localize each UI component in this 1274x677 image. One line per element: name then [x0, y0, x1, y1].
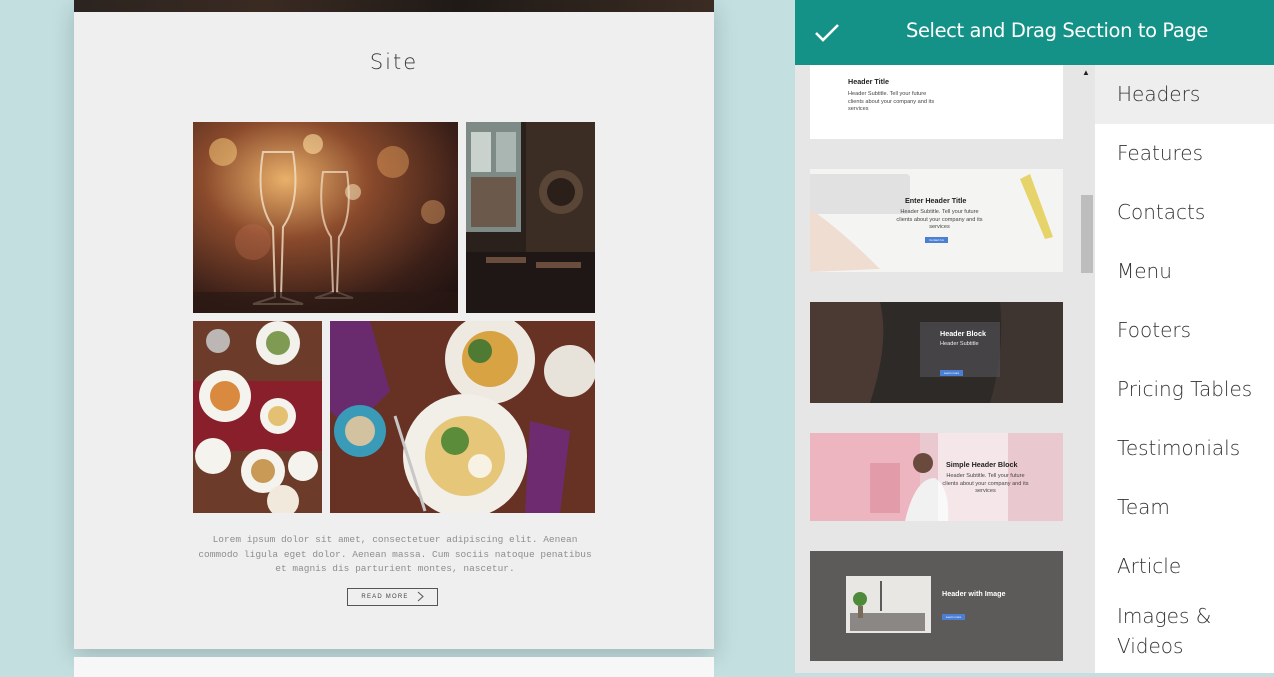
page-canvas: Site Lorem ipsum dolor sit amet, consect… [74, 0, 714, 649]
panel-header: Select and Drag Section to Page [795, 0, 1274, 65]
thumbnail-title: Header with Image [942, 589, 1006, 598]
category-footers[interactable]: Footers [1095, 301, 1274, 360]
section-thumbnail[interactable]: Header Title Header Subtitle. Tell your … [810, 65, 1063, 139]
thumbnail-title: Header Title [848, 77, 890, 86]
thumbnail-button: Contact Us [925, 237, 948, 243]
thumbnail-button: Learn more [942, 614, 965, 620]
section-thumbnail[interactable]: Simple Header Block Header Subtitle. Tel… [810, 433, 1063, 521]
category-pricing-tables[interactable]: Pricing Tables [1095, 360, 1274, 419]
read-more-label: READ MORE [361, 594, 409, 600]
thumbnail-button: Learn more [940, 370, 963, 376]
section-picker-panel: Select and Drag Section to Page Header T… [795, 0, 1274, 673]
read-more-button[interactable]: READ MORE [347, 588, 438, 606]
category-testimonials[interactable]: Testimonials [1095, 419, 1274, 478]
body-text: Lorem ipsum dolor sit amet, consectetuer… [198, 534, 592, 574]
category-features[interactable]: Features [1095, 124, 1274, 183]
restaurant-interior-photo [466, 122, 595, 313]
thumbnail-subtitle: Header Subtitle [940, 341, 979, 347]
thumbnail-scrollbar[interactable] [1081, 65, 1094, 673]
category-article[interactable]: Article [1095, 537, 1274, 596]
category-images-videos[interactable]: Images & Videos [1095, 596, 1245, 673]
thumbnail-title: Enter Header Title [905, 196, 967, 205]
category-menu[interactable]: Menu [1095, 242, 1274, 301]
panel-title: Select and Drag Section to Page [905, 19, 1209, 42]
scroll-up-arrow-icon[interactable]: ▲ [1082, 68, 1090, 77]
category-contacts[interactable]: Contacts [1095, 183, 1274, 242]
category-headers[interactable]: Headers [1095, 65, 1274, 124]
thumbnail-subtitle: Header Subtitle. Tell your future client… [942, 473, 1029, 494]
site-title: Site [369, 50, 419, 74]
wine-glasses-photo [193, 122, 458, 313]
chevron-right-icon [417, 591, 424, 604]
table-dishes-photo [193, 321, 322, 513]
section-thumbnail[interactable]: Enter Header Title Header Subtitle. Tell… [810, 169, 1063, 272]
previous-section-strip [74, 0, 714, 12]
thumbnail-subtitle: Header Subtitle. Tell your future client… [848, 91, 935, 112]
thumbnail-title: Header Block [940, 329, 986, 338]
section-thumbnail[interactable]: Header Block Header Subtitle Learn more [810, 302, 1063, 403]
category-list: Headers Features Contacts Menu Footers P… [1095, 65, 1274, 673]
category-team[interactable]: Team [1095, 478, 1274, 537]
scrollbar-thumb[interactable] [1081, 195, 1093, 273]
thumbnail-subtitle: Header Subtitle. Tell your future client… [896, 209, 983, 230]
next-section-strip [74, 657, 714, 677]
section-thumbnails: Header Title Header Subtitle. Tell your … [795, 65, 1095, 673]
section-thumbnail[interactable]: Header with Image Learn more [810, 551, 1063, 661]
salad-plates-photo [330, 321, 595, 513]
thumbnail-title: Simple Header Block [946, 460, 1018, 469]
